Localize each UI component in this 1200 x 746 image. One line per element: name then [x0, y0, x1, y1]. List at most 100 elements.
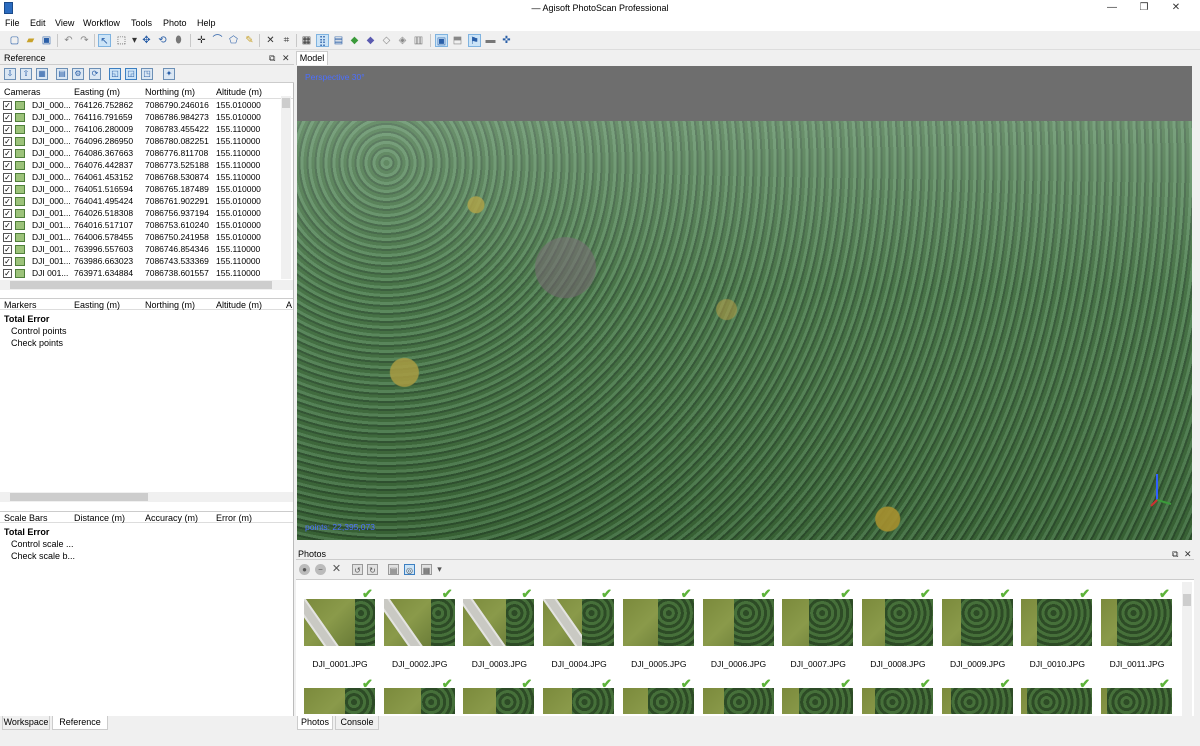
photo-thumbnail[interactable] [702, 599, 774, 646]
restore-button[interactable]: ❐ [1131, 0, 1157, 16]
view-mode-icon[interactable]: ▦ [421, 564, 432, 575]
tab-console[interactable]: Console [335, 716, 379, 730]
photo-thumbnail[interactable] [622, 599, 694, 646]
save-icon[interactable]: ▣ [40, 34, 53, 47]
disable-cameras-icon[interactable]: − [315, 564, 326, 575]
camera-enabled-checkbox[interactable]: ✓ [3, 173, 12, 182]
error-col-header[interactable]: Error (m) [216, 513, 252, 523]
remove-cameras-icon[interactable]: ✕ [331, 564, 342, 575]
camera-enabled-checkbox[interactable]: ✓ [3, 269, 12, 278]
wireframe-icon[interactable]: ◇ [380, 34, 393, 47]
camera-enabled-checkbox[interactable]: ✓ [3, 257, 12, 266]
photos-float-icon[interactable]: ⧉ [1172, 549, 1178, 560]
scalebars-control[interactable]: Control scale ... [11, 539, 74, 549]
markers-hscroll[interactable] [0, 492, 293, 502]
marker-altitude-col[interactable]: Altitude (m) [216, 300, 262, 310]
camera-enabled-checkbox[interactable]: ✓ [3, 209, 12, 218]
update-icon[interactable]: ⟳ [89, 68, 101, 80]
export-icon[interactable]: ⇧ [20, 68, 32, 80]
menu-tools[interactable]: Tools [131, 18, 152, 28]
markers-check-points[interactable]: Check points [11, 338, 63, 348]
camera-enabled-checkbox[interactable]: ✓ [3, 197, 12, 206]
camera-enabled-checkbox[interactable]: ✓ [3, 125, 12, 134]
photo-thumbnail[interactable] [861, 599, 933, 646]
scalebars-col-header[interactable]: Scale Bars [4, 513, 48, 523]
cameras-col-header[interactable]: Cameras [4, 87, 41, 97]
camera-enabled-checkbox[interactable]: ✓ [3, 245, 12, 254]
menu-file[interactable]: File [5, 18, 20, 28]
reference-settings-icon[interactable]: ✦ [163, 68, 175, 80]
camera-enabled-checkbox[interactable]: ✓ [3, 161, 12, 170]
enable-cameras-icon[interactable]: ● [299, 564, 310, 575]
table-row[interactable]: ✓ DJI_001... 764006.578455 7086750.241958 15… [0, 232, 280, 244]
camera-enabled-checkbox[interactable]: ✓ [3, 221, 12, 230]
ruler-icon[interactable]: ✎ [243, 34, 256, 47]
tab-reference[interactable]: Reference [52, 716, 108, 730]
scalebars-total-error[interactable]: Total Error [4, 527, 49, 537]
table-row[interactable]: ✓ DJI_000... 764086.367663 7086776.811708 15… [0, 148, 280, 160]
table-row[interactable]: ✓ DJI_001... 764016.517107 7086753.610240 15… [0, 220, 280, 232]
rotate-left-icon[interactable]: ↺ [352, 564, 363, 575]
photo-thumbnail[interactable] [1101, 599, 1172, 646]
photos-close-icon[interactable]: ✕ [1184, 549, 1192, 560]
table-row[interactable]: ✓ DJI_000... 764061.453152 7086768.530874 15… [0, 172, 280, 184]
shaded-model-icon[interactable]: ◆ [348, 34, 361, 47]
tab-photos[interactable]: Photos [297, 716, 333, 730]
camera-enabled-checkbox[interactable]: ✓ [3, 113, 12, 122]
undo-icon[interactable]: ↶ [62, 34, 75, 47]
photo-thumbnail[interactable] [543, 599, 615, 646]
rect-select-icon[interactable]: ⬚ [115, 34, 128, 47]
view-source-icon[interactable]: ◱ [109, 68, 121, 80]
table-row[interactable]: ✓ DJI_000... 764076.442837 7086773.525188 15… [0, 160, 280, 172]
photo-thumbnail[interactable] [1021, 599, 1093, 646]
markers-control-points[interactable]: Control points [11, 326, 67, 336]
altitude-col-header[interactable]: Altitude (m) [216, 87, 262, 97]
marker-accuracy-col[interactable]: A [286, 300, 292, 310]
easting-col-header[interactable]: Easting (m) [74, 87, 120, 97]
show-dense-cloud-icon[interactable]: ▤ [332, 34, 345, 47]
cameras-vscroll[interactable] [281, 96, 291, 279]
markers-total-error[interactable]: Total Error [4, 314, 49, 324]
menu-photo[interactable]: Photo [163, 18, 187, 28]
camera-enabled-checkbox[interactable]: ✓ [3, 185, 12, 194]
marker-northing-col[interactable]: Northing (m) [145, 300, 195, 310]
show-shapes-icon[interactable]: ⬒ [451, 34, 464, 47]
table-row[interactable]: ✓ DJI_001... 763986.663023 7086743.533369 15… [0, 256, 280, 268]
camera-enabled-checkbox[interactable]: ✓ [3, 101, 12, 110]
minimize-button[interactable]: — [1099, 0, 1125, 16]
marker-easting-col[interactable]: Easting (m) [74, 300, 120, 310]
show-cameras-icon[interactable]: ▦ [300, 34, 313, 47]
photo-thumbnail[interactable] [304, 599, 375, 646]
table-row[interactable]: ✓ DJI_001... 763996.557603 7086746.854346 15… [0, 244, 280, 256]
show-region-icon[interactable]: ▬ [484, 34, 497, 47]
northing-col-header[interactable]: Northing (m) [145, 87, 195, 97]
show-markers-icon[interactable]: ⚑ [468, 34, 481, 47]
rotate-object-icon[interactable]: ⌒ [211, 34, 224, 47]
camera-enabled-checkbox[interactable]: ✓ [3, 233, 12, 242]
photo-thumbnail[interactable] [782, 599, 854, 646]
camera-enabled-checkbox[interactable]: ✓ [3, 149, 12, 158]
scalebars-check[interactable]: Check scale b... [11, 551, 75, 561]
reset-filter-icon[interactable]: ◎ [404, 564, 415, 575]
resize-region-icon[interactable]: ⬮ [172, 34, 185, 47]
import-icon[interactable]: ⇩ [4, 68, 16, 80]
table-row[interactable]: ✓ DJI_001... 764026.518308 7086756.937194 15… [0, 208, 280, 220]
float-panel-icon[interactable]: ⧉ [269, 53, 275, 64]
table-row[interactable]: ✓ DJI_000... 764051.516594 7086765.187489 15… [0, 184, 280, 196]
show-points-icon[interactable]: ⣿ [316, 34, 329, 47]
cameras-hscroll[interactable] [0, 280, 293, 290]
photos-vscroll[interactable] [1182, 582, 1192, 716]
convert-icon[interactable]: ▦ [36, 68, 48, 80]
optimize-icon[interactable]: ▤ [56, 68, 68, 80]
model-viewport[interactable]: Perspective 30° points: 22,395,073 [297, 66, 1192, 540]
filter-icon[interactable]: ▤ [388, 564, 399, 575]
table-row[interactable]: ✓ DJI 001... 763971.634884 7086738.601557 15… [0, 268, 280, 280]
menu-view[interactable]: View [55, 18, 74, 28]
move-object-icon[interactable]: ✛ [195, 34, 208, 47]
view-estimated-icon[interactable]: ◲ [125, 68, 137, 80]
close-panel-icon[interactable]: ✕ [282, 53, 290, 64]
table-row[interactable]: ✓ DJI_000... 764106.280009 7086783.455422 15… [0, 124, 280, 136]
redo-icon[interactable]: ↷ [78, 34, 91, 47]
menu-edit[interactable]: Edit [30, 18, 46, 28]
tab-workspace[interactable]: Workspace [2, 716, 50, 730]
